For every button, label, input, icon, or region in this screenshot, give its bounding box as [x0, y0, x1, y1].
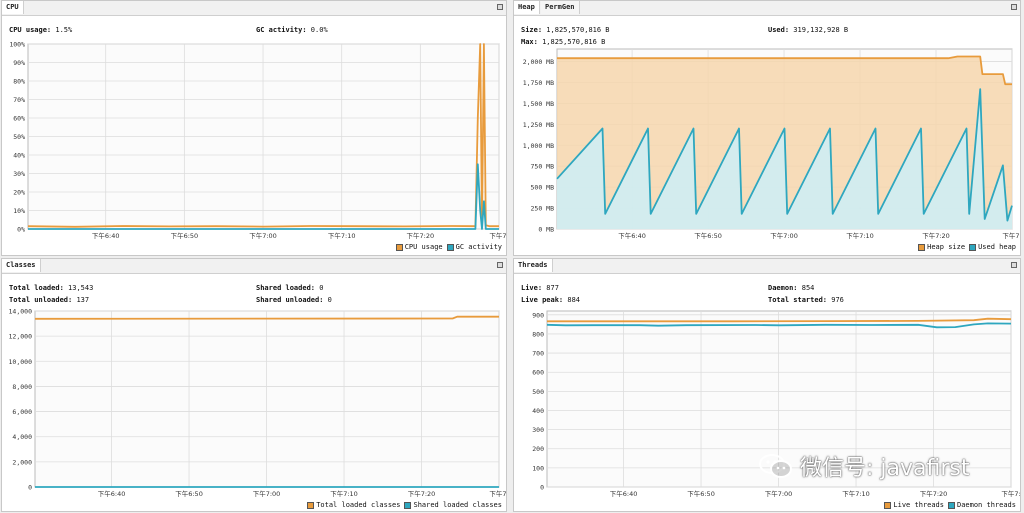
threads-legend: Live threads Daemon threads [884, 501, 1016, 509]
x-tick-label: 下午7:10 [328, 231, 356, 240]
y-tick-label: 1,750 MB [523, 79, 554, 87]
y-tick-label: 1,000 MB [523, 142, 554, 150]
classes-chart: 0 2,000 4,000 6,000 8,000 10,000 12,000 14,000 下… [9, 308, 507, 499]
y-tick-label: 12,000 [9, 333, 33, 341]
blue-swatch-icon [404, 501, 412, 509]
y-tick-label: 700 [532, 350, 544, 358]
legend-item-used-heap: Used heap [969, 243, 1016, 251]
classes-panel: Classes Total loaded: 13,543 Total unloa… [1, 258, 507, 512]
orange-swatch-icon [307, 501, 315, 509]
y-tick-label: 50% [13, 133, 25, 141]
y-tick-label: 600 [532, 369, 544, 377]
y-tick-label: 14,000 [9, 308, 33, 316]
y-tick-label: 0 [540, 484, 544, 492]
blue-swatch-icon [947, 501, 955, 509]
legend-item-daemon-threads: Daemon threads [947, 501, 1016, 509]
y-tick-label: 90% [13, 59, 25, 67]
y-tick-label: 10% [13, 207, 25, 215]
y-tick-label: 2,000 MB [523, 58, 554, 66]
y-tick-label: 500 [532, 388, 544, 396]
x-tick-label: 下午7:00 [770, 231, 798, 240]
y-tick-label: 200 [532, 445, 544, 453]
cpu-legend: CPU usage GC activity [395, 243, 502, 251]
watermark-text: 微信号: javafirst [800, 456, 970, 481]
x-tick-label: 下午7:20 [920, 489, 948, 498]
x-tick-label: 下午7: [1002, 231, 1021, 240]
y-tick-label: 0 [28, 484, 32, 492]
heap-panel: Heap PermGen Size: 1,825,570,816 B Used:… [513, 0, 1021, 256]
x-tick-label: 下午6:40 [92, 231, 120, 240]
y-tick-label: 250 MB [531, 205, 555, 213]
y-tick-label: 1,500 MB [523, 100, 554, 108]
y-tick-label: 0 MB [538, 226, 554, 234]
x-tick-label: 下午7:10 [842, 489, 870, 498]
y-tick-label: 0% [17, 226, 25, 234]
y-tick-label: 500 MB [531, 184, 555, 192]
x-tick-label: 下午7:10 [846, 231, 874, 240]
legend-item-live-threads: Live threads [884, 501, 944, 509]
x-tick-label: 下午7:20 [407, 231, 435, 240]
blue-swatch-icon [969, 243, 977, 251]
x-tick-label: 下午7:00 [253, 489, 281, 498]
y-tick-label: 750 MB [531, 163, 555, 171]
x-tick-label: 下午6:50 [175, 489, 203, 498]
y-tick-label: 4,000 [12, 433, 32, 441]
legend-item-shared-loaded: Shared loaded classes [404, 501, 502, 509]
x-tick-label: 下午6:40 [98, 489, 126, 498]
x-tick-label: 下午7:10 [330, 489, 358, 498]
x-tick-label: 下午6:40 [618, 231, 646, 240]
y-tick-label: 40% [13, 152, 25, 160]
y-tick-label: 300 [532, 426, 544, 434]
x-tick-label: 下午6:50 [694, 231, 722, 240]
heap-chart: 0 MB 250 MB 500 MB 750 MB 1,000 MB 1,250 MB 1,… [523, 48, 1021, 240]
x-tick-label: 下午7:00 [249, 231, 277, 240]
x-tick-label: 下午7: [489, 231, 507, 240]
x-tick-label: 下午7: [489, 489, 507, 498]
x-tick-label: 下午6:40 [610, 489, 638, 498]
x-tick-label: 下午6:50 [687, 489, 715, 498]
y-tick-label: 10,000 [9, 358, 33, 366]
classes-legend: Total loaded classes Shared loaded class… [307, 501, 502, 509]
y-tick-label: 20% [13, 189, 25, 197]
y-tick-label: 6,000 [12, 408, 32, 416]
watermark: 微信号: javafirst [758, 450, 970, 482]
y-tick-label: 800 [532, 330, 544, 338]
y-tick-label: 80% [13, 78, 25, 86]
cpu-chart: 0% 10% 20% 30% 40% 50% 60% 70% 80% 90% 100% 下午6:40 下… [9, 41, 507, 241]
y-tick-label: 30% [13, 170, 25, 178]
plot-area [34, 310, 500, 488]
legend-item-heap-size: Heap size [918, 243, 965, 251]
x-tick-label: 下午7: [1001, 489, 1020, 498]
y-tick-label: 1,250 MB [523, 121, 554, 129]
orange-swatch-icon [395, 243, 403, 251]
heap-legend: Heap size Used heap [918, 243, 1016, 251]
y-tick-label: 8,000 [12, 383, 32, 391]
legend-item-total-loaded: Total loaded classes [307, 501, 400, 509]
y-tick-label: 2,000 [12, 458, 32, 466]
y-tick-label: 70% [13, 96, 25, 104]
y-tick-label: 100% [9, 41, 25, 49]
blue-swatch-icon [446, 243, 454, 251]
x-tick-label: 下午7:20 [408, 489, 436, 498]
legend-item-cpu-usage: CPU usage [395, 243, 443, 251]
cpu-panel: CPU CPU usage: 1.5% GC activity: 0.0% 0%… [1, 0, 507, 256]
y-tick-label: 100 [532, 464, 544, 472]
y-tick-label: 400 [532, 407, 544, 415]
x-tick-label: 下午6:50 [171, 231, 199, 240]
y-tick-label: 900 [532, 311, 544, 319]
y-tick-label: 60% [13, 115, 25, 123]
orange-swatch-icon [884, 501, 892, 509]
x-tick-label: 下午7:20 [922, 231, 950, 240]
wechat-icon [759, 454, 792, 478]
x-tick-label: 下午7:00 [765, 489, 793, 498]
legend-item-gc-activity: GC activity [446, 243, 502, 251]
orange-swatch-icon [918, 243, 926, 251]
